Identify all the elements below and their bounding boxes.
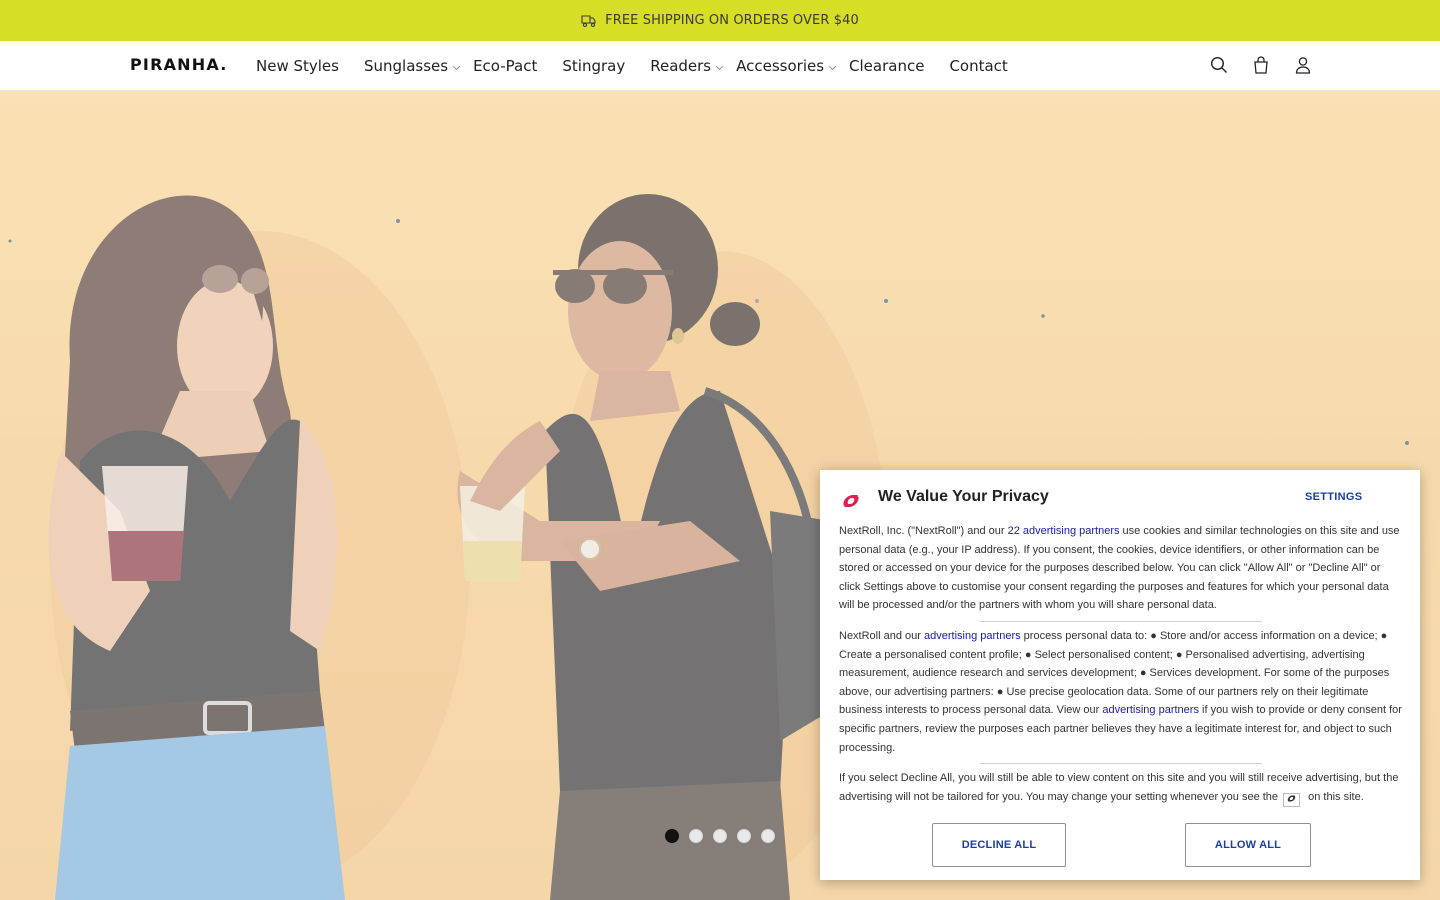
nav-stingray[interactable]: Stingray <box>562 57 625 75</box>
nextroll-logo-icon <box>840 492 862 515</box>
privacy-title: We Value Your Privacy <box>878 488 1049 505</box>
privacy-decline-note: If you select Decline All, you will stil… <box>839 769 1402 807</box>
nav-new-styles[interactable]: New Styles <box>256 57 339 75</box>
privacy-purposes-text: NextRoll and our advertising partners pr… <box>839 627 1402 757</box>
chevron-down-icon <box>452 57 461 75</box>
slideshow-dots <box>665 829 775 843</box>
nav-eco-pact[interactable]: Eco-Pact <box>473 57 537 75</box>
privacy-consent-dialog: We Value Your Privacy SETTINGS NextRoll,… <box>820 470 1420 880</box>
slide-dot-2[interactable] <box>689 829 703 843</box>
nav-accessories[interactable]: Accessories <box>736 57 837 75</box>
advertising-partners-link[interactable]: advertising partners <box>924 630 1021 642</box>
nav-label: Accessories <box>736 57 825 75</box>
p1-after: use cookies and similar technologies on … <box>839 525 1400 612</box>
nav-label: New Styles <box>256 57 339 75</box>
nav-label: Clearance <box>849 57 925 75</box>
chevron-down-icon <box>715 57 724 75</box>
p1-before: NextRoll, Inc. ("NextRoll") and our <box>839 525 1008 537</box>
search-icon[interactable] <box>1208 54 1230 76</box>
site-header: PIRANHA. New Styles Sunglasses Eco-Pact … <box>0 41 1440 91</box>
nav-sunglasses[interactable]: Sunglasses <box>364 57 461 75</box>
slide-dot-3[interactable] <box>713 829 727 843</box>
header-actions <box>1208 54 1314 76</box>
delivery-truck-icon <box>581 14 597 28</box>
account-icon[interactable] <box>1292 54 1314 76</box>
nav-label: Readers <box>650 57 712 75</box>
cart-icon[interactable] <box>1250 54 1272 76</box>
nav-readers[interactable]: Readers <box>650 57 724 75</box>
announcement-text: FREE SHIPPING ON ORDERS OVER $40 <box>605 13 859 28</box>
nav-contact[interactable]: Contact <box>949 57 1007 75</box>
nav-label: Stingray <box>562 57 626 75</box>
settings-link[interactable]: SETTINGS <box>1305 491 1362 503</box>
chevron-down-icon <box>828 57 837 75</box>
nav-label: Contact <box>949 57 1008 75</box>
privacy-intro-text: NextRoll, Inc. ("NextRoll") and our 22 a… <box>839 522 1402 615</box>
slide-dot-5[interactable] <box>761 829 775 843</box>
main-nav: New Styles Sunglasses Eco-Pact Stingray … <box>256 41 1033 91</box>
decline-all-button[interactable]: DECLINE ALL <box>932 823 1066 867</box>
allow-all-button[interactable]: ALLOW ALL <box>1185 823 1311 867</box>
nav-label: Sunglasses <box>363 57 449 75</box>
nav-clearance[interactable]: Clearance <box>849 57 924 75</box>
advertising-partners-link[interactable]: advertising partners <box>1102 704 1199 716</box>
divider <box>980 763 1262 764</box>
divider <box>980 621 1262 622</box>
slide-dot-1[interactable] <box>665 829 679 843</box>
p2-before: NextRoll and our <box>839 630 924 642</box>
brand-logo[interactable]: PIRANHA. <box>130 55 228 74</box>
advertising-partners-link[interactable]: 22 advertising partners <box>1008 525 1120 537</box>
slide-dot-4[interactable] <box>737 829 751 843</box>
announcement-bar: FREE SHIPPING ON ORDERS OVER $40 <box>0 0 1440 41</box>
nav-label: Eco-Pact <box>473 57 538 75</box>
p3-after: on this site. <box>1308 790 1364 803</box>
nextroll-badge-icon[interactable] <box>1283 792 1301 807</box>
